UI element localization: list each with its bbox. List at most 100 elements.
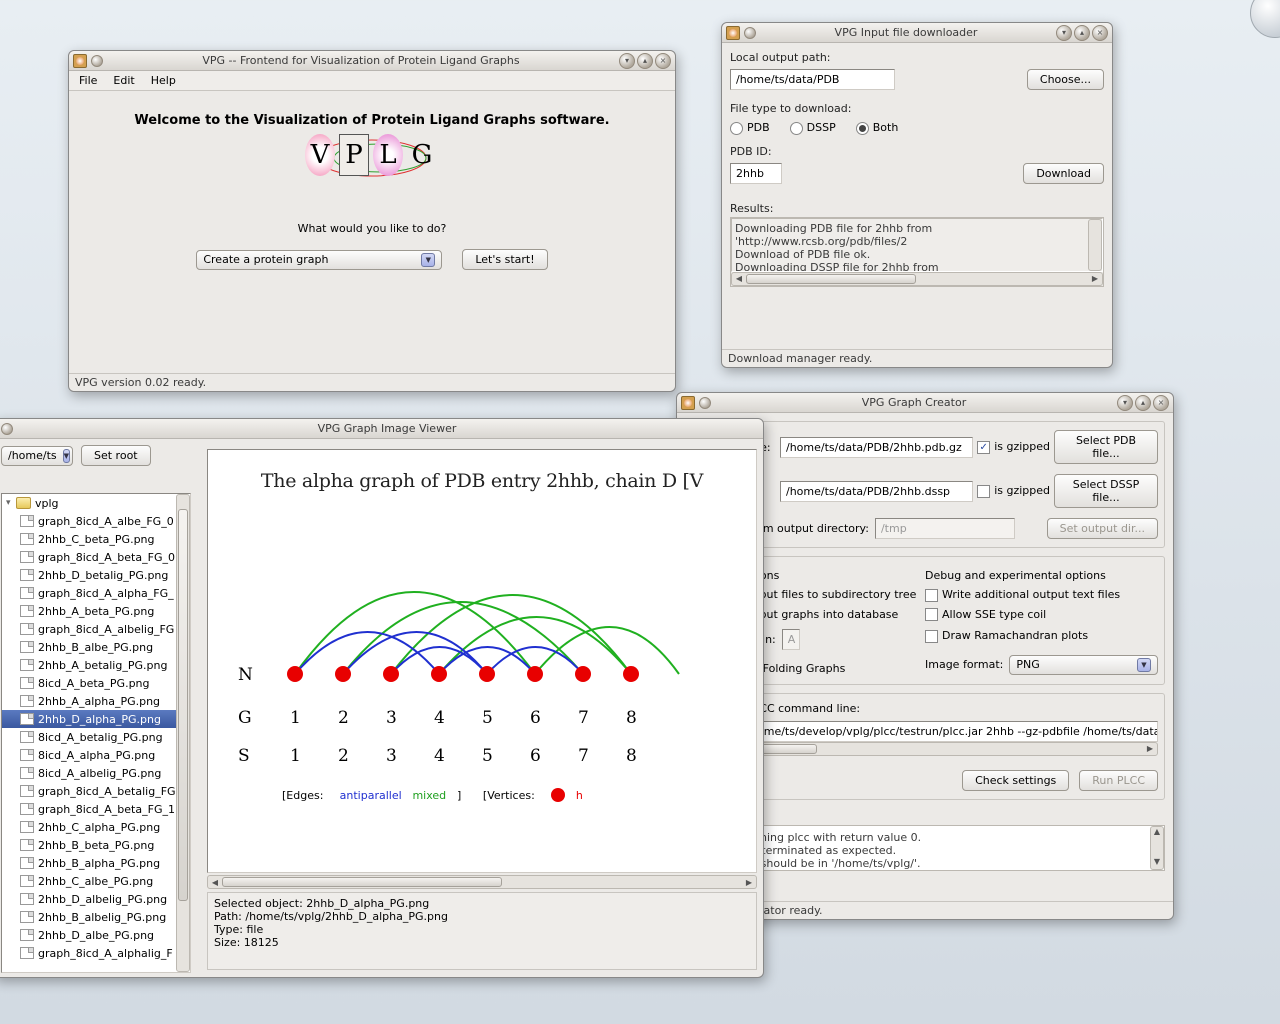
opt-sse-check[interactable]: Allow SSE type coil [925,608,1046,621]
main-titlebar[interactable]: VPG -- Frontend for Visualization of Pro… [69,51,675,71]
set-out-button: Set output dir... [1047,518,1158,539]
input-pdb-field[interactable]: /home/ts/data/PDB/2hhb.pdb.gz [780,437,973,458]
desktop-orb-icon [1250,0,1280,38]
menu-help[interactable]: Help [145,72,182,89]
action-combo[interactable]: Create a protein graph ▼ [196,250,442,270]
pdb-id-label: PDB ID: [730,145,1104,158]
arrow-left-icon[interactable]: ◀ [732,273,746,285]
file-row[interactable]: 2hhb_B_beta_PG.png [2,836,190,854]
file-row[interactable]: 2hhb_D_albe_PG.png [2,926,190,944]
local-output-field[interactable]: /home/ts/data/PDB [730,69,895,90]
file-row[interactable]: graph_8icd_A_beta_FG_0 [2,548,190,566]
file-row[interactable]: 8icd_A_alpha_PG.png [2,746,190,764]
choose-button[interactable]: Choose... [1027,69,1104,90]
download-button[interactable]: Download [1023,163,1104,184]
arrow-right-icon[interactable]: ▶ [1143,743,1157,755]
file-tree[interactable]: ▾vplg graph_8icd_A_albe_FG_02hhb_C_beta_… [1,493,191,973]
file-row[interactable]: 2hhb_A_beta_PG.png [2,602,190,620]
minimize-button[interactable]: ▾ [1117,395,1133,411]
file-row[interactable]: graph_8icd_A_beta_FG_1 [2,800,190,818]
radio-dssp[interactable]: DSSP [790,121,836,135]
tree-vscroll[interactable] [176,494,190,972]
file-row[interactable]: 2hhb_B_alpha_PG.png [2,854,190,872]
radio-both[interactable]: Both [856,121,899,135]
dssp-gzip-check[interactable]: is gzipped [977,484,1050,498]
file-row[interactable]: 2hhb_A_betalig_PG.png [2,656,190,674]
file-row[interactable]: graph_8icd_A_alpha_FG_ [2,584,190,602]
file-row[interactable]: 2hhb_C_beta_PG.png [2,530,190,548]
window-dot-icon [744,27,756,39]
file-icon [20,731,34,743]
menu-file[interactable]: File [73,72,103,89]
viewer-title: VPG Graph Image Viewer [15,422,759,435]
path-combo[interactable]: /home/ts ▼ [1,446,73,466]
radio-pdb[interactable]: PDB [730,121,770,135]
arrow-right-icon[interactable]: ▶ [1088,273,1102,285]
file-row[interactable]: graph_8icd_A_albelig_FG [2,620,190,638]
set-root-button[interactable]: Set root [81,445,151,466]
custom-out-field: /tmp [875,518,1015,539]
arrow-left-icon[interactable]: ◀ [208,876,222,888]
file-row[interactable]: 2hhb_D_albelig_PG.png [2,890,190,908]
file-row[interactable]: 8icd_A_beta_PG.png [2,674,190,692]
file-row[interactable]: 2hhb_A_alpha_PG.png [2,692,190,710]
viewer-window: VPG Graph Image Viewer /home/ts ▼ Set ro… [0,418,764,978]
logo-letter-P: P [339,134,369,176]
file-row[interactable]: graph_8icd_A_alphalig_F [2,944,190,962]
file-row[interactable]: graph_8icd_A_betalig_FG [2,782,190,800]
graph-node [287,666,303,682]
action-combo-value: Create a protein graph [203,253,328,266]
maximize-button[interactable]: ▴ [637,53,653,69]
creator-titlebar[interactable]: VPG Graph Creator ▾ ▴ × [677,393,1173,413]
opt-rama-check[interactable]: Draw Ramachandran plots [925,629,1088,642]
check-settings-button[interactable]: Check settings [962,770,1069,791]
file-icon [20,677,34,689]
app-icon [73,54,87,68]
file-row[interactable]: 2hhb_B_albelig_PG.png [2,908,190,926]
pdb-gzip-check[interactable]: is gzipped [977,440,1050,454]
maximize-button[interactable]: ▴ [1135,395,1151,411]
minimize-button[interactable]: ▾ [1056,25,1072,41]
minimize-button[interactable]: ▾ [619,53,635,69]
tree-root[interactable]: ▾vplg [2,494,190,512]
file-row[interactable]: 8icd_A_albelig_PG.png [2,764,190,782]
vplg-logo: V P L G [305,134,439,182]
input-dssp-field[interactable]: /home/ts/data/PDB/2hhb.dssp [780,481,973,502]
file-row[interactable]: 2hhb_D_betalig_PG.png [2,566,190,584]
viewer-titlebar[interactable]: VPG Graph Image Viewer [0,419,763,439]
window-dot-icon [699,397,711,409]
arrow-right-icon[interactable]: ▶ [742,876,756,888]
close-button[interactable]: × [655,53,671,69]
downloader-titlebar[interactable]: VPG Input file downloader ▾ ▴ × [722,23,1112,43]
select-dssp-button[interactable]: Select DSSP file... [1054,474,1158,508]
file-row[interactable]: 2hhb_D_alpha_PG.png [2,710,190,728]
graph-number: 7 [578,746,589,766]
graph-hscroll[interactable]: ◀ ▶ [207,875,757,889]
run-plcc-button: Run PLCC [1079,770,1158,791]
graph-node [575,666,591,682]
main-window: VPG -- Frontend for Visualization of Pro… [68,50,676,392]
file-row[interactable]: 8icd_A_betalig_PG.png [2,728,190,746]
file-icon [20,947,34,959]
close-button[interactable]: × [1092,25,1108,41]
graph-number: 3 [386,746,397,766]
image-fmt-combo[interactable]: PNG ▼ [1009,655,1158,675]
opt-extra-txt-check[interactable]: Write additional output text files [925,588,1120,601]
file-icon [20,587,34,599]
file-row[interactable]: 2hhb_C_albe_PG.png [2,872,190,890]
select-pdb-button[interactable]: Select PDB file... [1054,430,1158,464]
close-button[interactable]: × [1153,395,1169,411]
menu-edit[interactable]: Edit [107,72,140,89]
creator-results-vscroll[interactable]: ▲ ▼ [1150,826,1164,870]
file-row[interactable]: graph_8icd_A_albe_FG_0 [2,512,190,530]
pdb-id-field[interactable]: 2hhb [730,163,782,184]
info-panel: Selected object: 2hhb_D_alpha_PG.png Pat… [207,892,757,970]
file-row[interactable]: 2hhb_B_albe_PG.png [2,638,190,656]
file-row[interactable]: 2hhb_C_alpha_PG.png [2,818,190,836]
legend-h: h [576,789,583,802]
lets-start-button[interactable]: Let's start! [462,249,547,270]
maximize-button[interactable]: ▴ [1074,25,1090,41]
graph-number: 4 [434,708,445,728]
dl-results-hscroll[interactable]: ◀ ▶ [731,272,1103,286]
dl-results-vscroll[interactable] [1088,219,1102,271]
